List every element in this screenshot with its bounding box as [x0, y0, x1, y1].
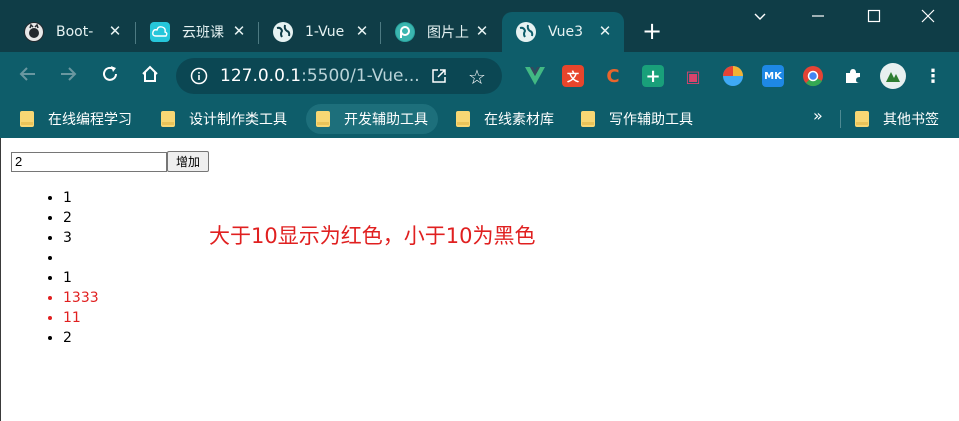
bookmarks-divider — [840, 110, 841, 128]
tab-yunbanke[interactable]: 云班课 ✕ — [136, 12, 258, 52]
tab-boot[interactable]: Boot- ✕ — [10, 12, 134, 52]
tab-vue3-active[interactable]: Vue3 ✕ — [502, 12, 624, 52]
close-icon[interactable]: ✕ — [106, 22, 124, 40]
tab-label: 图片上 — [427, 25, 469, 41]
list-item: 2 — [63, 328, 99, 348]
cloud-class-icon — [150, 22, 170, 42]
tab-image-upload[interactable]: 图片上 ✕ — [381, 12, 501, 52]
add-button[interactable]: 增加 — [167, 151, 210, 172]
bookmark-folder[interactable]: 写作辅助工具 — [571, 104, 703, 134]
tab-1-vue[interactable]: 1-Vue ✕ — [259, 12, 381, 52]
plus-ext-icon[interactable]: + — [642, 65, 664, 87]
page-content: 增加 12311333112 大于10显示为红色，小于10为黑色 — [0, 138, 959, 421]
bookmark-folder[interactable]: 设计制作类工具 — [151, 104, 297, 134]
star-icon[interactable]: ☆ — [468, 65, 486, 89]
bookmark-folder[interactable]: 在线素材库 — [446, 104, 564, 134]
globe-icon — [516, 22, 536, 42]
bookmark-folder[interactable]: 在线编程学习 — [10, 104, 142, 134]
tab-label: 云班课 — [182, 25, 224, 41]
folder-icon — [581, 111, 595, 127]
folder-icon — [161, 111, 175, 127]
p-logo-icon — [395, 22, 415, 42]
bookmark-label: 设计制作类工具 — [189, 112, 287, 128]
reload-button[interactable] — [98, 64, 122, 88]
toolbar: 127.0.0.1:5500/1-Vue... ☆ 文 C + ▣ MK ⋮ — [0, 52, 959, 100]
folder-icon — [316, 111, 330, 127]
vue-devtools-icon[interactable] — [524, 65, 546, 87]
item-input[interactable] — [11, 151, 167, 172]
folder-icon — [20, 111, 34, 127]
forward-button[interactable] — [56, 64, 80, 88]
menu-kebab-icon[interactable]: ⋮ — [922, 65, 944, 87]
back-button[interactable] — [16, 64, 40, 88]
url-path: :5500/1-Vue... — [301, 66, 420, 86]
home-button[interactable] — [138, 64, 162, 88]
close-window-button[interactable] — [914, 8, 942, 32]
list-item — [63, 248, 99, 268]
chrome-ext-icon[interactable] — [802, 65, 824, 87]
close-icon[interactable]: ✕ — [596, 22, 614, 40]
color-ext-icon[interactable] — [722, 65, 744, 87]
bookmark-label: 在线素材库 — [484, 112, 554, 128]
tv-ext-icon[interactable]: ▣ — [682, 65, 704, 87]
mk-ext-icon[interactable]: MK — [762, 65, 784, 87]
other-bookmarks-folder[interactable]: 其他书签 — [845, 104, 949, 134]
browser-window: Boot- ✕ 云班课 ✕ 1-Vue ✕ 图片上 ✕ Vue3 ✕ + 127… — [0, 0, 959, 421]
add-form: 增加 — [11, 151, 210, 172]
item-list: 12311333112 — [45, 188, 99, 348]
github-icon — [24, 22, 44, 42]
address-bar[interactable]: 127.0.0.1:5500/1-Vue... ☆ — [176, 58, 502, 94]
tab-strip: Boot- ✕ 云班课 ✕ 1-Vue ✕ 图片上 ✕ Vue3 ✕ + — [0, 0, 959, 52]
tab-search-chevron-icon[interactable] — [746, 8, 774, 32]
color-rule-note: 大于10显示为红色，小于10为黑色 — [209, 224, 536, 248]
close-icon[interactable]: ✕ — [353, 22, 371, 40]
close-icon[interactable]: ✕ — [473, 22, 491, 40]
address-url: 127.0.0.1:5500/1-Vue... — [220, 66, 420, 86]
profile-avatar[interactable] — [880, 63, 906, 89]
tab-label: Vue3 — [548, 24, 584, 40]
tab-label: Boot- — [56, 24, 94, 40]
bookmarks-overflow-button[interactable]: » — [813, 106, 823, 125]
folder-icon — [855, 111, 869, 127]
minimize-button[interactable] — [804, 8, 832, 32]
maximize-button[interactable] — [860, 8, 888, 32]
list-item: 1333 — [63, 288, 99, 308]
folder-icon — [456, 111, 470, 127]
globe-icon — [273, 22, 293, 42]
list-item: 11 — [63, 308, 99, 328]
list-item: 1 — [63, 268, 99, 288]
bookmark-label: 开发辅助工具 — [344, 112, 428, 128]
bookmark-label: 写作辅助工具 — [609, 112, 693, 128]
c-ext-icon[interactable]: C — [602, 65, 624, 87]
list-item: 2 — [63, 208, 99, 228]
tab-label: 1-Vue — [305, 24, 345, 40]
url-host: 127.0.0.1 — [220, 66, 302, 86]
extensions-puzzle-icon[interactable] — [842, 65, 864, 87]
new-tab-button[interactable]: + — [640, 19, 664, 44]
bookmark-folder[interactable]: 开发辅助工具 — [306, 104, 438, 134]
list-item: 1 — [63, 188, 99, 208]
bookmark-label: 在线编程学习 — [48, 112, 132, 128]
share-icon[interactable] — [430, 67, 448, 85]
list-item: 3 — [63, 228, 99, 248]
bookmarks-bar: 在线编程学习 设计制作类工具 开发辅助工具 在线素材库 写作辅助工具 » 其他书… — [0, 100, 959, 138]
info-icon[interactable] — [190, 67, 208, 85]
translate-ext-icon[interactable]: 文 — [562, 65, 584, 87]
close-icon[interactable]: ✕ — [230, 22, 248, 40]
bookmark-label: 其他书签 — [883, 112, 939, 128]
